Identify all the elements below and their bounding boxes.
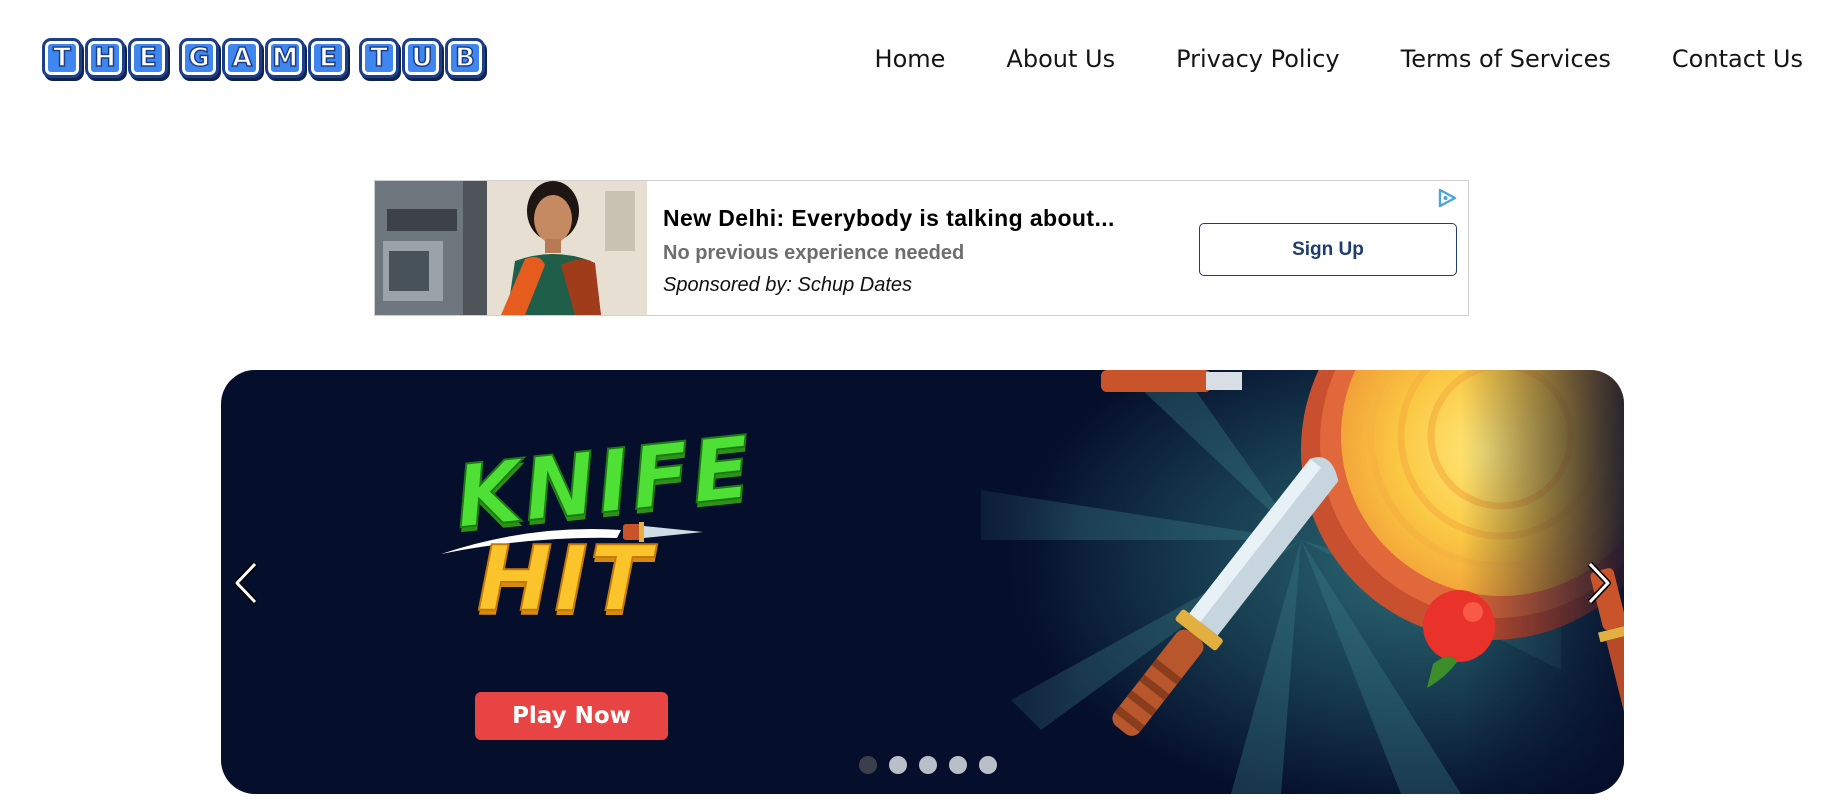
nav-item-about-us[interactable]: About Us [1006, 40, 1115, 78]
carousel-dot-4[interactable] [949, 756, 967, 774]
ad-sponsor: Sponsored by: Schup Dates [663, 274, 913, 296]
nav-item-home[interactable]: Home [875, 40, 946, 78]
nav-item-terms-of-services[interactable]: Terms of Services [1401, 40, 1611, 78]
logo-word-tub: T U B [359, 38, 488, 78]
ad-sign-up-button[interactable]: Sign Up [1199, 223, 1457, 276]
logo-letter: H [93, 43, 116, 73]
logo-tile: E [308, 38, 348, 78]
logo-tile: U [402, 38, 442, 78]
site-header: T H E G A M E T U B Home About Us Privac… [0, 0, 1841, 120]
logo-tile: E [128, 38, 168, 78]
logo-word-game: G A M E [179, 38, 351, 78]
main-nav: Home About Us Privacy Policy Terms of Se… [875, 40, 1803, 78]
carousel-dot-3[interactable] [919, 756, 937, 774]
logo-tile: A [222, 38, 262, 78]
logo-letter: T [52, 43, 71, 73]
carousel-dot-1[interactable] [859, 756, 877, 774]
game-title-line2: HIT [476, 527, 654, 632]
logo-letter: M [271, 43, 298, 73]
ad-image [375, 181, 647, 315]
logo-letter: B [454, 43, 475, 73]
logo-tile: T [42, 38, 82, 78]
logo-tile: M [265, 38, 305, 78]
logo-tile: T [359, 38, 399, 78]
game-title-logo: KNIFE HIT [431, 417, 759, 632]
ad-headline[interactable]: New Delhi: Everybody is talking about... [663, 205, 1115, 232]
logo-tile: H [85, 38, 125, 78]
carousel-dot-5[interactable] [979, 756, 997, 774]
ad-banner[interactable]: New Delhi: Everybody is talking about...… [374, 180, 1469, 316]
logo-word-the: T H E [42, 38, 171, 78]
hero-carousel: KNIFE HIT Play Now [221, 370, 1624, 794]
nav-item-contact-us[interactable]: Contact Us [1672, 40, 1803, 78]
chevron-right-icon [1587, 561, 1611, 605]
play-now-button[interactable]: Play Now [475, 692, 668, 740]
logo-letter: T [369, 43, 388, 73]
logo-tile: B [445, 38, 485, 78]
logo-letter: U [411, 43, 434, 73]
carousel-pagination [859, 756, 1009, 774]
ad-photo-illustration [375, 181, 647, 315]
carousel-next-button[interactable] [1582, 560, 1616, 606]
logo-tile: G [179, 38, 219, 78]
logo-letter: G [188, 43, 211, 73]
chevron-left-icon [234, 561, 258, 605]
carousel-prev-button[interactable] [229, 560, 263, 606]
logo-letter: E [318, 43, 337, 73]
logo-letter: A [231, 43, 253, 73]
logo-letter: E [138, 43, 157, 73]
nav-item-privacy-policy[interactable]: Privacy Policy [1176, 40, 1340, 78]
adchoices-icon[interactable] [1436, 187, 1458, 209]
site-logo[interactable]: T H E G A M E T U B [42, 38, 488, 78]
ad-subtext: No previous experience needed [663, 242, 965, 264]
carousel-dot-2[interactable] [889, 756, 907, 774]
